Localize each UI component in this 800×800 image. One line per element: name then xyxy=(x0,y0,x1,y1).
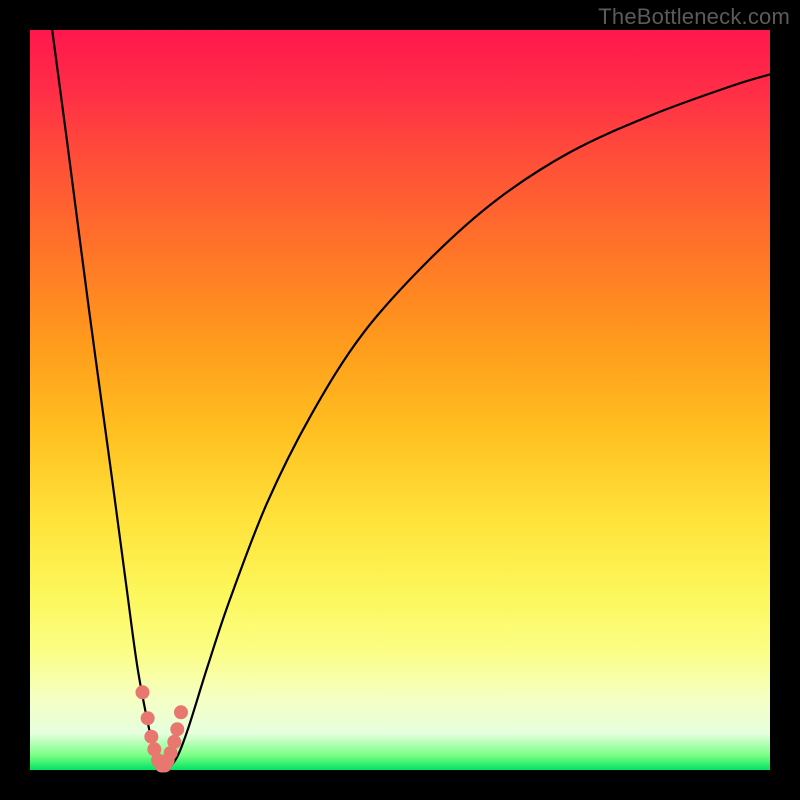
data-marker xyxy=(144,730,158,744)
chart-svg xyxy=(30,30,770,770)
watermark-text: TheBottleneck.com xyxy=(598,4,790,30)
data-marker xyxy=(141,711,155,725)
data-marker xyxy=(167,735,181,749)
data-marker xyxy=(135,685,149,699)
bottleneck-curve xyxy=(52,30,770,768)
chart-frame: TheBottleneck.com xyxy=(0,0,800,800)
data-marker xyxy=(170,722,184,736)
marker-group xyxy=(135,685,187,772)
plot-area xyxy=(30,30,770,770)
data-marker xyxy=(174,705,188,719)
